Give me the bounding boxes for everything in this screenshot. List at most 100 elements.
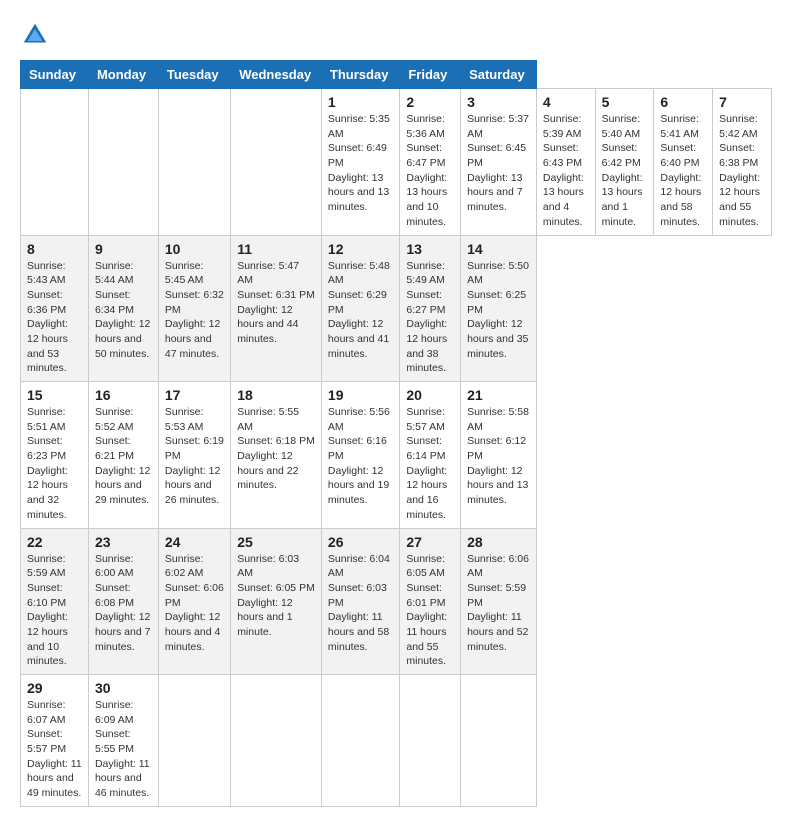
- day-info: Sunrise: 5:56 AM Sunset: 6:16 PM Dayligh…: [328, 406, 390, 506]
- day-info: Sunrise: 5:36 AM Sunset: 6:47 PM Dayligh…: [406, 113, 447, 228]
- calendar-day-cell: 12 Sunrise: 5:48 AM Sunset: 6:29 PM Dayl…: [321, 235, 399, 382]
- calendar-day-cell: [158, 89, 230, 236]
- day-info: Sunrise: 5:44 AM Sunset: 6:34 PM Dayligh…: [95, 260, 150, 360]
- day-info: Sunrise: 5:40 AM Sunset: 6:42 PM Dayligh…: [602, 113, 643, 228]
- logo: [20, 20, 54, 50]
- day-number: 2: [406, 94, 454, 110]
- calendar-day-cell: 13 Sunrise: 5:49 AM Sunset: 6:27 PM Dayl…: [400, 235, 461, 382]
- calendar-day-cell: 25 Sunrise: 6:03 AM Sunset: 6:05 PM Dayl…: [231, 528, 322, 675]
- day-number: 22: [27, 534, 82, 550]
- day-number: 29: [27, 680, 82, 696]
- page-header: [20, 20, 772, 50]
- day-number: 28: [467, 534, 530, 550]
- calendar-week-row: 1 Sunrise: 5:35 AM Sunset: 6:49 PM Dayli…: [21, 89, 772, 236]
- calendar-day-cell: [231, 89, 322, 236]
- calendar-day-cell: 9 Sunrise: 5:44 AM Sunset: 6:34 PM Dayli…: [88, 235, 158, 382]
- day-number: 15: [27, 387, 82, 403]
- weekday-header-wednesday: Wednesday: [231, 61, 322, 89]
- day-number: 4: [543, 94, 589, 110]
- calendar-day-cell: 16 Sunrise: 5:52 AM Sunset: 6:21 PM Dayl…: [88, 382, 158, 529]
- day-info: Sunrise: 5:55 AM Sunset: 6:18 PM Dayligh…: [237, 406, 315, 491]
- calendar-day-cell: 6 Sunrise: 5:41 AM Sunset: 6:40 PM Dayli…: [654, 89, 713, 236]
- day-number: 26: [328, 534, 393, 550]
- calendar-day-cell: 27 Sunrise: 6:05 AM Sunset: 6:01 PM Dayl…: [400, 528, 461, 675]
- day-info: Sunrise: 5:47 AM Sunset: 6:31 PM Dayligh…: [237, 260, 315, 345]
- day-number: 30: [95, 680, 152, 696]
- day-info: Sunrise: 5:59 AM Sunset: 6:10 PM Dayligh…: [27, 553, 68, 668]
- day-info: Sunrise: 5:45 AM Sunset: 6:32 PM Dayligh…: [165, 260, 224, 360]
- day-number: 12: [328, 241, 393, 257]
- weekday-header-friday: Friday: [400, 61, 461, 89]
- weekday-header-thursday: Thursday: [321, 61, 399, 89]
- calendar-week-row: 15 Sunrise: 5:51 AM Sunset: 6:23 PM Dayl…: [21, 382, 772, 529]
- calendar-day-cell: 2 Sunrise: 5:36 AM Sunset: 6:47 PM Dayli…: [400, 89, 461, 236]
- calendar-week-row: 8 Sunrise: 5:43 AM Sunset: 6:36 PM Dayli…: [21, 235, 772, 382]
- day-info: Sunrise: 5:48 AM Sunset: 6:29 PM Dayligh…: [328, 260, 390, 360]
- day-info: Sunrise: 6:00 AM Sunset: 6:08 PM Dayligh…: [95, 553, 150, 653]
- day-number: 25: [237, 534, 315, 550]
- day-info: Sunrise: 5:50 AM Sunset: 6:25 PM Dayligh…: [467, 260, 529, 360]
- day-info: Sunrise: 6:09 AM Sunset: 5:55 PM Dayligh…: [95, 699, 150, 799]
- day-number: 11: [237, 241, 315, 257]
- calendar-day-cell: [461, 675, 537, 807]
- calendar-day-cell: 21 Sunrise: 5:58 AM Sunset: 6:12 PM Dayl…: [461, 382, 537, 529]
- calendar-day-cell: [88, 89, 158, 236]
- weekday-header-monday: Monday: [88, 61, 158, 89]
- calendar-day-cell: 15 Sunrise: 5:51 AM Sunset: 6:23 PM Dayl…: [21, 382, 89, 529]
- calendar-day-cell: 8 Sunrise: 5:43 AM Sunset: 6:36 PM Dayli…: [21, 235, 89, 382]
- calendar-day-cell: 10 Sunrise: 5:45 AM Sunset: 6:32 PM Dayl…: [158, 235, 230, 382]
- calendar-day-cell: 26 Sunrise: 6:04 AM Sunset: 6:03 PM Dayl…: [321, 528, 399, 675]
- calendar-week-row: 29 Sunrise: 6:07 AM Sunset: 5:57 PM Dayl…: [21, 675, 772, 807]
- calendar-day-cell: 11 Sunrise: 5:47 AM Sunset: 6:31 PM Dayl…: [231, 235, 322, 382]
- calendar-day-cell: [21, 89, 89, 236]
- day-info: Sunrise: 6:06 AM Sunset: 5:59 PM Dayligh…: [467, 553, 529, 653]
- day-number: 16: [95, 387, 152, 403]
- day-number: 24: [165, 534, 224, 550]
- day-info: Sunrise: 5:43 AM Sunset: 6:36 PM Dayligh…: [27, 260, 68, 375]
- day-info: Sunrise: 5:52 AM Sunset: 6:21 PM Dayligh…: [95, 406, 150, 506]
- calendar-day-cell: 22 Sunrise: 5:59 AM Sunset: 6:10 PM Dayl…: [21, 528, 89, 675]
- day-number: 7: [719, 94, 765, 110]
- day-info: Sunrise: 5:49 AM Sunset: 6:27 PM Dayligh…: [406, 260, 447, 375]
- logo-icon: [20, 20, 50, 50]
- calendar-day-cell: 17 Sunrise: 5:53 AM Sunset: 6:19 PM Dayl…: [158, 382, 230, 529]
- day-number: 19: [328, 387, 393, 403]
- calendar-table: SundayMondayTuesdayWednesdayThursdayFrid…: [20, 60, 772, 807]
- calendar-day-cell: 29 Sunrise: 6:07 AM Sunset: 5:57 PM Dayl…: [21, 675, 89, 807]
- day-info: Sunrise: 5:39 AM Sunset: 6:43 PM Dayligh…: [543, 113, 584, 228]
- day-number: 9: [95, 241, 152, 257]
- day-info: Sunrise: 5:37 AM Sunset: 6:45 PM Dayligh…: [467, 113, 529, 213]
- day-number: 17: [165, 387, 224, 403]
- calendar-day-cell: 24 Sunrise: 6:02 AM Sunset: 6:06 PM Dayl…: [158, 528, 230, 675]
- day-info: Sunrise: 5:53 AM Sunset: 6:19 PM Dayligh…: [165, 406, 224, 506]
- calendar-day-cell: 1 Sunrise: 5:35 AM Sunset: 6:49 PM Dayli…: [321, 89, 399, 236]
- day-number: 3: [467, 94, 530, 110]
- day-number: 6: [660, 94, 706, 110]
- calendar-day-cell: 23 Sunrise: 6:00 AM Sunset: 6:08 PM Dayl…: [88, 528, 158, 675]
- calendar-day-cell: 30 Sunrise: 6:09 AM Sunset: 5:55 PM Dayl…: [88, 675, 158, 807]
- calendar-day-cell: [400, 675, 461, 807]
- day-number: 1: [328, 94, 393, 110]
- day-info: Sunrise: 5:41 AM Sunset: 6:40 PM Dayligh…: [660, 113, 701, 228]
- day-info: Sunrise: 6:05 AM Sunset: 6:01 PM Dayligh…: [406, 553, 447, 668]
- day-number: 21: [467, 387, 530, 403]
- day-number: 14: [467, 241, 530, 257]
- day-info: Sunrise: 5:58 AM Sunset: 6:12 PM Dayligh…: [467, 406, 529, 506]
- calendar-day-cell: 4 Sunrise: 5:39 AM Sunset: 6:43 PM Dayli…: [536, 89, 595, 236]
- day-info: Sunrise: 5:51 AM Sunset: 6:23 PM Dayligh…: [27, 406, 68, 521]
- day-number: 10: [165, 241, 224, 257]
- day-number: 20: [406, 387, 454, 403]
- day-number: 23: [95, 534, 152, 550]
- calendar-day-cell: 7 Sunrise: 5:42 AM Sunset: 6:38 PM Dayli…: [713, 89, 772, 236]
- calendar-day-cell: 5 Sunrise: 5:40 AM Sunset: 6:42 PM Dayli…: [595, 89, 654, 236]
- day-info: Sunrise: 5:42 AM Sunset: 6:38 PM Dayligh…: [719, 113, 760, 228]
- calendar-day-cell: [231, 675, 322, 807]
- calendar-day-cell: 28 Sunrise: 6:06 AM Sunset: 5:59 PM Dayl…: [461, 528, 537, 675]
- day-number: 18: [237, 387, 315, 403]
- calendar-day-cell: [321, 675, 399, 807]
- day-info: Sunrise: 6:04 AM Sunset: 6:03 PM Dayligh…: [328, 553, 390, 653]
- calendar-day-cell: 14 Sunrise: 5:50 AM Sunset: 6:25 PM Dayl…: [461, 235, 537, 382]
- calendar-day-cell: [158, 675, 230, 807]
- weekday-header-saturday: Saturday: [461, 61, 537, 89]
- calendar-week-row: 22 Sunrise: 5:59 AM Sunset: 6:10 PM Dayl…: [21, 528, 772, 675]
